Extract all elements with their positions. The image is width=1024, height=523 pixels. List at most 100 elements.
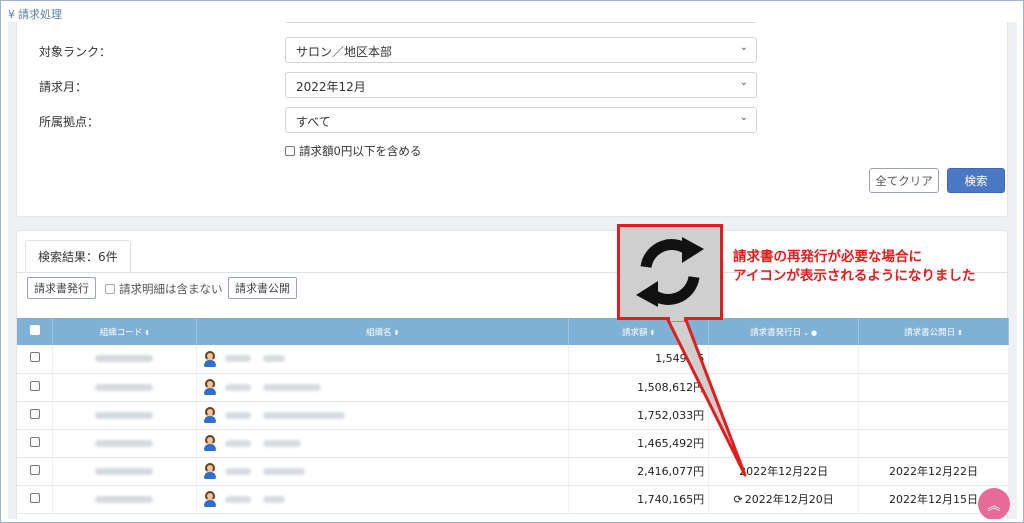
blurred-org-prefix xyxy=(225,383,252,391)
blurred-org-code xyxy=(95,411,154,419)
search-button[interactable]: 検索 xyxy=(947,168,1005,193)
rank-select[interactable]: サロン／地区本部 ⌄ xyxy=(285,37,757,63)
row-checkbox[interactable] xyxy=(29,408,40,419)
issue-invoice-button[interactable]: 請求書発行 xyxy=(27,277,96,299)
issued-date-cell xyxy=(708,401,860,430)
issued-date-cell: ⟳ 2022年12月20日 xyxy=(708,485,860,514)
published-date-cell: 2022年12月22日 xyxy=(858,457,1009,486)
org-code-cell xyxy=(52,457,198,486)
org-code-cell xyxy=(52,373,198,402)
clear-all-button[interactable]: 全てクリア xyxy=(869,168,939,193)
amount-cell: 1,465,492円 xyxy=(568,429,710,458)
blurred-org-name xyxy=(263,383,322,391)
org-code-cell xyxy=(52,485,198,514)
help-icon[interactable]: ● xyxy=(811,329,817,337)
rank-label: 対象ランク： xyxy=(39,45,112,59)
row-checkbox-cell[interactable] xyxy=(17,373,54,402)
table-row[interactable]: 2,416,077円 2022年12月22日 2022年12月22日 xyxy=(17,457,1009,486)
page-title-text: 請求処理 xyxy=(18,8,62,21)
org-code-cell xyxy=(52,401,198,430)
col-published-date[interactable]: 請求書公開日 ⬍ xyxy=(858,318,1009,345)
avatar-icon xyxy=(203,491,217,507)
org-code-cell xyxy=(52,345,198,374)
col-org-name[interactable]: 組織名 ⬍ xyxy=(196,318,570,345)
base-select[interactable]: すべて ⌄ xyxy=(285,107,757,133)
reissue-icon[interactable]: ⟳ xyxy=(733,493,742,506)
refresh-icon xyxy=(636,237,704,307)
row-checkbox-cell[interactable] xyxy=(17,401,54,430)
checkbox-icon[interactable] xyxy=(285,146,295,156)
table-row[interactable]: 1,752,033円 xyxy=(17,401,1009,430)
search-panel: 0000000000 対象ランク： サロン／地区本部 ⌄ 請求月： 2022年1… xyxy=(16,22,1008,217)
chevron-down-icon: ⌄ xyxy=(739,77,748,88)
blurred-org-name xyxy=(263,411,346,419)
org-name-cell[interactable] xyxy=(196,401,570,430)
chevron-down-icon: ⌄ xyxy=(739,112,748,123)
row-checkbox[interactable] xyxy=(29,492,40,503)
issued-date: 2022年12月22日 xyxy=(739,465,829,478)
blurred-org-prefix xyxy=(225,355,252,363)
blurred-org-prefix xyxy=(225,495,252,503)
amount-cell: 2,416,077円 xyxy=(568,457,710,486)
avatar-icon xyxy=(203,379,217,395)
blurred-org-prefix xyxy=(225,411,252,419)
exclude-detail-label: 請求明細は含まない xyxy=(119,282,223,296)
base-select-value: すべて xyxy=(296,115,331,129)
exclude-detail-checkbox[interactable]: 請求明細は含まない xyxy=(105,281,223,297)
row-checkbox-cell[interactable] xyxy=(17,457,54,486)
sort-icon: ⬍ xyxy=(957,328,963,337)
checkbox-icon[interactable] xyxy=(105,284,115,294)
avatar-icon xyxy=(203,463,217,479)
col-amount[interactable]: 請求額 ⬍ xyxy=(568,318,710,345)
rank-select-value: サロン／地区本部 xyxy=(296,45,393,59)
row-checkbox[interactable] xyxy=(29,352,40,363)
org-name-cell[interactable] xyxy=(196,457,570,486)
org-name-cell[interactable] xyxy=(196,429,570,458)
org-name-cell[interactable] xyxy=(196,485,570,514)
org-name-cell[interactable] xyxy=(196,373,570,402)
tab-search-results[interactable]: 検索結果：6件 xyxy=(25,240,131,272)
publish-invoice-button[interactable]: 請求書公開 xyxy=(228,277,297,299)
issued-date-cell xyxy=(708,373,860,402)
row-checkbox[interactable] xyxy=(29,380,40,391)
sort-icon: ⬍ xyxy=(649,328,656,337)
published-date-cell xyxy=(858,401,1009,430)
org-code-field[interactable]: 0000000000 xyxy=(285,22,757,23)
blurred-org-code xyxy=(95,383,154,391)
zero-amount-checkbox[interactable]: 請求額0円以下を含める xyxy=(285,143,421,159)
issued-date-cell xyxy=(708,429,860,458)
month-select-value: 2022年12月 xyxy=(296,80,366,94)
issued-date-cell xyxy=(708,345,860,374)
row-checkbox[interactable] xyxy=(29,436,40,447)
issued-date-cell: 2022年12月22日 xyxy=(708,457,860,486)
select-all-checkbox-cell[interactable] xyxy=(17,318,54,345)
row-checkbox-cell[interactable] xyxy=(17,485,54,514)
row-checkbox-cell[interactable] xyxy=(17,345,54,374)
row-checkbox-cell[interactable] xyxy=(17,429,54,458)
blurred-org-name xyxy=(263,355,286,363)
org-code-cell xyxy=(52,429,198,458)
table-row[interactable]: 1,465,492円 xyxy=(17,429,1009,458)
month-select[interactable]: 2022年12月 ⌄ xyxy=(285,72,757,98)
blurred-org-name xyxy=(263,495,286,503)
select-all-checkbox[interactable] xyxy=(29,325,40,335)
published-date-cell xyxy=(858,429,1009,458)
sort-icon: ⬍ xyxy=(144,328,151,337)
published-date-cell xyxy=(858,373,1009,402)
row-checkbox[interactable] xyxy=(29,464,40,475)
blurred-org-name xyxy=(263,467,306,475)
table-row[interactable]: 1,549,96 xyxy=(17,345,1009,374)
table-row[interactable]: 1,508,612円 xyxy=(17,373,1009,402)
blurred-org-code xyxy=(95,467,154,475)
sort-icon: ⬍ xyxy=(393,328,400,337)
table-row[interactable]: 1,740,165円 ⟳ 2022年12月20日 2022年12月15日 xyxy=(17,485,1009,514)
callout-line-1: 請求書の再発行が必要な場合に xyxy=(733,249,922,265)
zero-amount-label: 請求額0円以下を含める xyxy=(299,144,422,158)
col-issued-date[interactable]: 請求書発行日 ⌄ ● xyxy=(708,318,860,345)
col-org-code[interactable]: 組織コード ⬍ xyxy=(52,318,198,345)
page-title: ¥ 請求処理 xyxy=(8,6,62,22)
org-name-cell[interactable] xyxy=(196,345,570,374)
table-header-row: 組織コード ⬍ 組織名 ⬍ 請求額 ⬍ 請求書発行日 ⌄ ● 請求書公開日 ⬍ xyxy=(17,318,1009,345)
callout-box xyxy=(617,224,723,320)
scroll-top-button[interactable]: ︽ xyxy=(978,488,1010,519)
